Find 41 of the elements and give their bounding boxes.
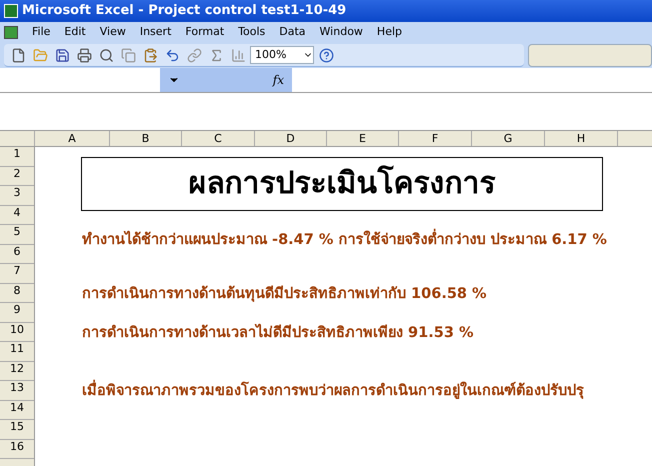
- menu-item[interactable]: Data: [279, 24, 306, 41]
- row-header[interactable]: 15: [0, 420, 34, 440]
- column-header[interactable]: A: [35, 131, 110, 146]
- fx-label[interactable]: fx: [272, 71, 284, 89]
- row-header[interactable]: 14: [0, 400, 34, 420]
- column-header[interactable]: F: [399, 131, 472, 146]
- column-header[interactable]: C: [182, 131, 255, 146]
- row-header[interactable]: 7: [0, 264, 34, 284]
- row-header[interactable]: 4: [0, 206, 34, 225]
- column-header[interactable]: G: [472, 131, 545, 146]
- menu-item[interactable]: Help: [376, 24, 402, 41]
- menu-item[interactable]: View: [100, 24, 126, 41]
- row-header[interactable]: 12: [0, 362, 34, 381]
- zoom-field[interactable]: 100%: [250, 46, 314, 64]
- result-text: เมื่อพิจารณาภาพรวมของโครงการพบว่าผลการดำเนินการอยู่ในเกณฑ์ต้องปรับปรุ: [82, 381, 584, 401]
- column-header[interactable]: H: [545, 131, 618, 146]
- row-header[interactable]: 3: [0, 186, 34, 206]
- row-header[interactable]: 2: [0, 166, 34, 186]
- row-header[interactable]: 13: [0, 381, 34, 400]
- row-header[interactable]: 1: [0, 147, 34, 166]
- menu-item[interactable]: Insert: [140, 24, 172, 41]
- row-header[interactable]: 6: [0, 244, 34, 264]
- row-header[interactable]: 10: [0, 322, 34, 342]
- menu-item[interactable]: File: [32, 24, 50, 41]
- row-header[interactable]: 8: [0, 284, 34, 303]
- menu-item[interactable]: Tools: [238, 24, 266, 41]
- report-title: ผลการประเมินโครงการ: [188, 166, 496, 202]
- column-header[interactable]: B: [110, 131, 182, 146]
- menu-item[interactable]: Format: [185, 24, 224, 41]
- row-header[interactable]: 5: [0, 225, 34, 244]
- menu-item[interactable]: Edit: [64, 24, 86, 41]
- window-title: Microsoft Excel - Project control test1-10-49: [22, 2, 346, 20]
- column-header[interactable]: E: [327, 131, 399, 146]
- row-header[interactable]: 16: [0, 440, 34, 459]
- result-text: การดำเนินการทางด้านเวลาไม่ดีมีประสิทธิภาพเพียง 91.53 %: [82, 322, 474, 342]
- menu-item[interactable]: Window: [320, 24, 363, 41]
- column-header[interactable]: D: [255, 131, 327, 146]
- result-text: การดำเนินการทางด้านต้นทุนดีมีประสิทธิภาพเท่ากับ 106.58 %: [82, 284, 487, 304]
- result-text: ทำงานได้ช้ากว่าแผนประมาณ -8.47 % การใช้จ่ายจริงต่ำกว่างบ ประมาณ 6.17 %: [82, 230, 607, 250]
- row-header[interactable]: 9: [0, 303, 34, 322]
- row-header[interactable]: 11: [0, 342, 34, 362]
